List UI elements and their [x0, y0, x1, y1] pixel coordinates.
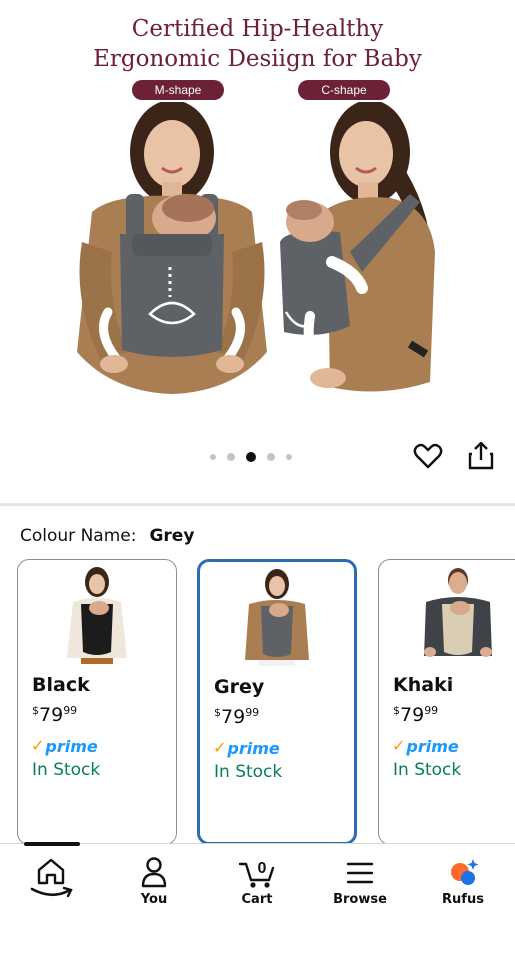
front-carry-photo — [72, 102, 272, 402]
availability-status: In Stock — [393, 760, 462, 780]
carousel-indicator[interactable] — [210, 451, 292, 463]
grey-carrier-thumbnail — [245, 569, 309, 666]
section-divider — [0, 503, 515, 506]
prime-label: prime — [227, 738, 280, 758]
price-fraction: 99 — [63, 704, 78, 717]
carousel-dot[interactable] — [267, 453, 275, 461]
availability-status: In Stock — [214, 762, 283, 782]
price-currency: $ — [393, 704, 400, 717]
nav-home[interactable] — [6, 844, 96, 914]
product-image-carousel[interactable]: Certified Hip-Healthy Ergonomic Desiign … — [0, 0, 515, 470]
prime-badge: ✓ prime — [213, 738, 280, 758]
prime-check-icon: ✓ — [392, 738, 406, 755]
black-carrier-thumbnail — [67, 567, 127, 664]
price-whole: 79 — [39, 704, 64, 726]
nav-cart[interactable]: 0 Cart — [212, 844, 302, 914]
price-whole: 79 — [400, 704, 425, 726]
carousel-dot[interactable] — [227, 453, 235, 461]
prime-label: prime — [406, 736, 459, 756]
m-shape-label: M-shape — [132, 80, 224, 100]
product-image-caption: Certified Hip-Healthy Ergonomic Desiign … — [0, 14, 515, 74]
menu-icon — [346, 862, 374, 884]
prime-badge: ✓ prime — [31, 736, 98, 756]
share-icon — [468, 441, 494, 470]
nav-rufus[interactable]: Rufus — [418, 844, 508, 914]
colour-option-price: $7999 — [32, 704, 77, 726]
price-currency: $ — [32, 704, 39, 717]
bottom-navigation-bar: You 0 Cart Browse Rufus — [0, 842, 515, 960]
colour-option-grey[interactable]: Grey $7999 ✓ prime In Stock — [197, 559, 357, 845]
colour-name-label: Colour Name: — [20, 526, 137, 546]
price-fraction: 99 — [245, 706, 260, 719]
prime-check-icon: ✓ — [213, 740, 227, 757]
prime-check-icon: ✓ — [31, 738, 45, 755]
caption-line-2: Ergonomic Desiign for Baby — [93, 46, 422, 72]
heart-icon — [413, 443, 443, 469]
nav-label: Cart — [241, 892, 273, 907]
side-carry-photo — [270, 102, 450, 402]
nav-label: Rufus — [442, 892, 484, 907]
nav-browse[interactable]: Browse — [315, 844, 405, 914]
price-whole: 79 — [221, 706, 246, 728]
availability-status: In Stock — [32, 760, 101, 780]
colour-option-price: $7999 — [393, 704, 438, 726]
colour-name-value: Grey — [149, 526, 195, 546]
nav-label: Browse — [333, 892, 387, 907]
share-button[interactable] — [466, 440, 496, 472]
colour-name-row: Colour Name: Grey — [20, 524, 194, 547]
carousel-dot[interactable] — [286, 454, 292, 460]
colour-option-khaki[interactable]: Khaki $7999 ✓ prime In Stock — [378, 559, 515, 845]
colour-option-black[interactable]: Black $7999 ✓ prime In Stock — [17, 559, 177, 845]
prime-badge: ✓ prime — [392, 736, 459, 756]
colour-option-price: $7999 — [214, 706, 259, 728]
carousel-dot-active[interactable] — [246, 452, 256, 462]
home-icon — [37, 858, 65, 885]
khaki-carrier-thumbnail — [424, 568, 492, 657]
cart-count-badge: 0 — [258, 860, 267, 877]
colour-option-name: Grey — [214, 676, 265, 698]
user-icon — [141, 857, 167, 888]
smile-logo-icon — [30, 886, 73, 898]
cart-icon: 0 — [238, 860, 275, 888]
c-shape-label: C-shape — [298, 80, 390, 100]
prime-label: prime — [45, 736, 98, 756]
nav-you[interactable]: You — [109, 844, 199, 914]
carousel-dot[interactable] — [210, 454, 216, 460]
nav-label: You — [140, 892, 168, 907]
price-currency: $ — [214, 706, 221, 719]
price-fraction: 99 — [424, 704, 439, 717]
rufus-icon — [451, 859, 479, 885]
favorite-button[interactable] — [412, 440, 444, 472]
colour-option-name: Black — [32, 674, 90, 696]
caption-line-1: Certified Hip-Healthy — [131, 16, 384, 42]
colour-option-name: Khaki — [393, 674, 454, 696]
